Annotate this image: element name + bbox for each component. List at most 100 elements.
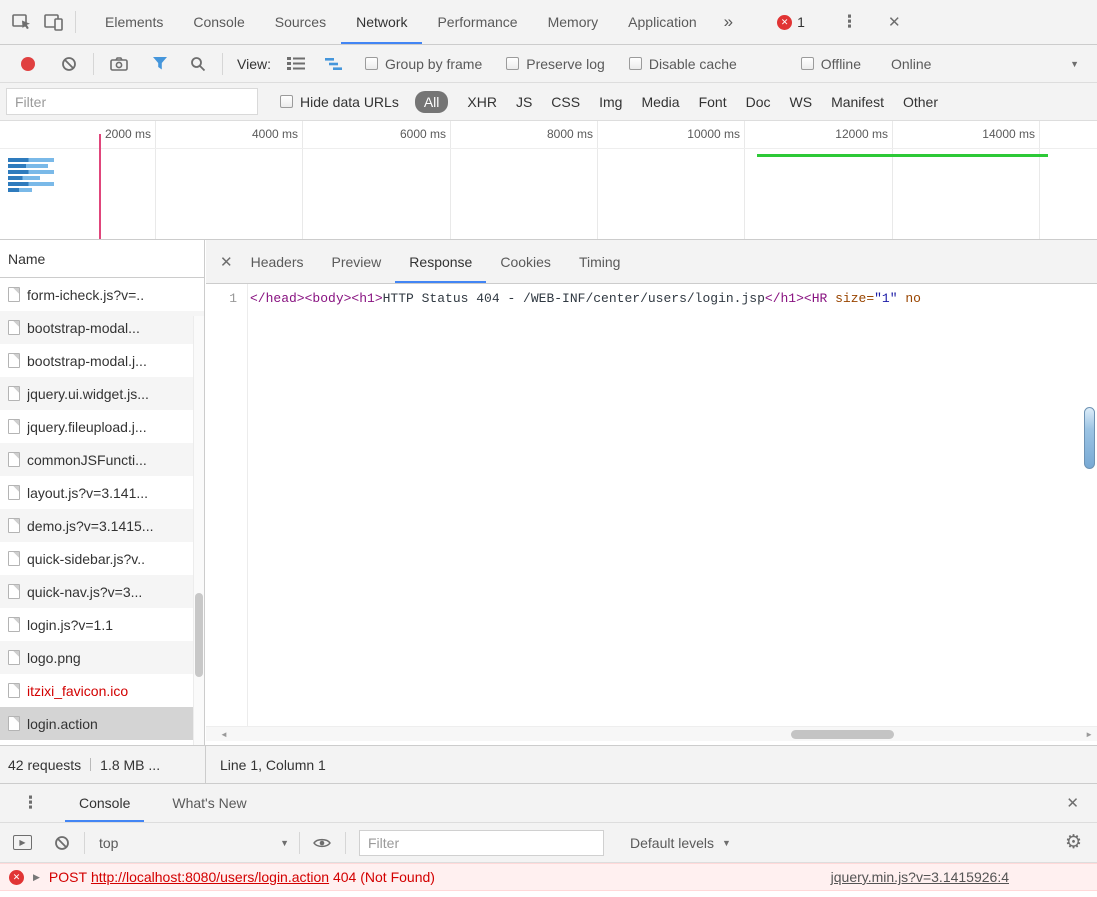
drawer-tab-console[interactable]: Console xyxy=(65,784,144,822)
preserve-log-label[interactable]: Preserve log xyxy=(526,56,605,72)
filter-type-img[interactable]: Img xyxy=(599,94,622,110)
close-detail-icon[interactable]: ✕ xyxy=(220,253,233,271)
console-filter-input[interactable] xyxy=(359,829,604,856)
hide-data-urls-label[interactable]: Hide data URLs xyxy=(300,94,399,110)
filter-type-font[interactable]: Font xyxy=(699,94,727,110)
filter-type-xhr[interactable]: XHR xyxy=(467,94,497,110)
waterfall-preview-bar xyxy=(8,182,54,186)
column-header-name[interactable]: Name xyxy=(0,240,204,278)
response-code-line[interactable]: </head><body><h1>HTTP Status 404 - /WEB-… xyxy=(250,291,1083,306)
tab-memory[interactable]: Memory xyxy=(533,0,614,44)
separator xyxy=(299,831,300,854)
scroll-right-icon[interactable]: ► xyxy=(1085,730,1093,739)
tab-application[interactable]: Application xyxy=(613,0,712,44)
search-icon[interactable] xyxy=(190,56,206,72)
show-overview-icon[interactable] xyxy=(324,57,343,71)
error-url-link[interactable]: http://localhost:8080/users/login.action xyxy=(91,869,329,885)
menu-dots-icon[interactable]: ⋮ xyxy=(841,12,858,32)
request-row[interactable]: bootstrap-modal.j... xyxy=(0,344,204,377)
hide-data-urls-checkbox[interactable] xyxy=(280,95,293,108)
scrollbar-thumb[interactable] xyxy=(791,730,894,739)
file-icon xyxy=(8,617,20,632)
detail-tab-preview[interactable]: Preview xyxy=(318,240,396,283)
drawer-menu-dots-icon[interactable]: ⋮ xyxy=(22,793,39,813)
eye-icon[interactable] xyxy=(313,837,331,849)
request-row-error[interactable]: itzixi_favicon.ico xyxy=(0,674,204,707)
offline-label[interactable]: Offline xyxy=(821,56,861,72)
filter-type-js[interactable]: JS xyxy=(516,94,532,110)
scroll-left-icon[interactable]: ◄ xyxy=(220,730,228,739)
tab-elements[interactable]: Elements xyxy=(90,0,178,44)
filter-type-css[interactable]: CSS xyxy=(551,94,580,110)
throttling-caret-icon[interactable]: ▼ xyxy=(1070,59,1079,69)
horizontal-scrollbar[interactable]: ◄ ► xyxy=(206,726,1097,741)
drawer-tabbar: ⋮ Console What's New ✕ xyxy=(0,783,1097,823)
requests-scrollbar[interactable] xyxy=(193,316,204,745)
request-row[interactable]: commonJSFuncti... xyxy=(0,443,204,476)
scrollbar-thumb[interactable] xyxy=(195,593,203,677)
preserve-log-checkbox[interactable] xyxy=(506,57,520,70)
error-count-badge[interactable]: ✕ 1 xyxy=(777,14,805,30)
tab-network[interactable]: Network xyxy=(341,0,422,44)
tab-performance[interactable]: Performance xyxy=(422,0,532,44)
response-viewer[interactable]: 1 </head><body><h1>HTTP Status 404 - /WE… xyxy=(206,284,1097,745)
filter-type-manifest[interactable]: Manifest xyxy=(831,94,884,110)
more-tabs-chevron-icon[interactable]: » xyxy=(724,12,733,32)
detail-tab-response[interactable]: Response xyxy=(395,240,486,283)
request-row[interactable]: jquery.fileupload.j... xyxy=(0,410,204,443)
filter-type-other[interactable]: Other xyxy=(903,94,938,110)
expand-triangle-icon[interactable]: ▶ xyxy=(33,872,40,883)
drawer-tab-whats-new[interactable]: What's New xyxy=(158,784,260,822)
console-settings-gear-icon[interactable]: ⚙ xyxy=(1065,831,1082,854)
console-messages-area: ✕ ▶ POST http://localhost:8080/users/log… xyxy=(0,863,1097,897)
close-drawer-icon[interactable]: ✕ xyxy=(1066,794,1079,812)
group-by-frame-checkbox[interactable] xyxy=(364,57,378,70)
request-row[interactable]: form-icheck.js?v=.. xyxy=(0,278,204,311)
request-row[interactable]: bootstrap-modal... xyxy=(0,311,204,344)
offline-checkbox[interactable] xyxy=(800,57,814,70)
request-row[interactable]: demo.js?v=3.1415... xyxy=(0,509,204,542)
tab-sources[interactable]: Sources xyxy=(260,0,341,44)
request-row[interactable]: logo.png xyxy=(0,641,204,674)
device-toolbar-icon[interactable] xyxy=(44,13,64,31)
request-row[interactable]: quick-nav.js?v=3... xyxy=(0,575,204,608)
detail-tab-headers[interactable]: Headers xyxy=(237,240,318,283)
request-name: quick-nav.js?v=3... xyxy=(27,583,143,600)
console-error-message[interactable]: ✕ ▶ POST http://localhost:8080/users/log… xyxy=(0,863,1097,891)
execution-context-icon[interactable]: ▶ xyxy=(13,835,32,850)
clear-console-icon[interactable] xyxy=(54,835,70,851)
detail-tab-cookies[interactable]: Cookies xyxy=(486,240,565,283)
filter-funnel-icon[interactable] xyxy=(152,56,168,71)
clear-icon[interactable] xyxy=(61,56,77,72)
small-rows-view-icon[interactable] xyxy=(286,56,305,71)
context-selector[interactable]: top ▼ xyxy=(99,835,289,851)
log-levels-select[interactable]: Default levels xyxy=(630,835,714,851)
request-row-selected[interactable]: login.action xyxy=(0,707,204,740)
tab-console[interactable]: Console xyxy=(178,0,259,44)
time-label: 4000 ms xyxy=(251,127,298,141)
inspect-element-icon[interactable] xyxy=(12,13,32,31)
filter-type-ws[interactable]: WS xyxy=(790,94,813,110)
filter-type-media[interactable]: Media xyxy=(641,94,679,110)
throttling-select[interactable]: Online xyxy=(891,56,931,72)
network-filter-input[interactable] xyxy=(6,88,258,115)
request-row[interactable]: login.js?v=1.1 xyxy=(0,608,204,641)
network-overview[interactable]: 2000 ms 4000 ms 6000 ms 8000 ms 10000 ms… xyxy=(0,121,1097,240)
waterfall-preview-bar xyxy=(8,170,54,174)
filter-type-doc[interactable]: Doc xyxy=(746,94,771,110)
detail-tab-timing[interactable]: Timing xyxy=(565,240,635,283)
disable-cache-label[interactable]: Disable cache xyxy=(649,56,737,72)
close-devtools-icon[interactable]: ✕ xyxy=(888,13,901,31)
group-by-frame-label[interactable]: Group by frame xyxy=(385,56,482,72)
request-row[interactable]: quick-sidebar.js?v.. xyxy=(0,542,204,575)
record-button[interactable] xyxy=(21,56,35,71)
error-source-link[interactable]: jquery.min.js?v=3.1415926:4 xyxy=(831,869,1009,885)
filter-type-all[interactable]: All xyxy=(414,90,449,113)
capture-screenshots-icon[interactable] xyxy=(110,56,128,72)
request-row[interactable]: jquery.ui.widget.js... xyxy=(0,377,204,410)
devtools-window: Elements Console Sources Network Perform… xyxy=(0,0,1097,897)
log-levels-caret-icon[interactable]: ▼ xyxy=(722,838,731,848)
request-row[interactable]: layout.js?v=3.141... xyxy=(0,476,204,509)
disable-cache-checkbox[interactable] xyxy=(628,57,642,70)
vertical-scrollbar-thumb[interactable] xyxy=(1084,407,1095,469)
